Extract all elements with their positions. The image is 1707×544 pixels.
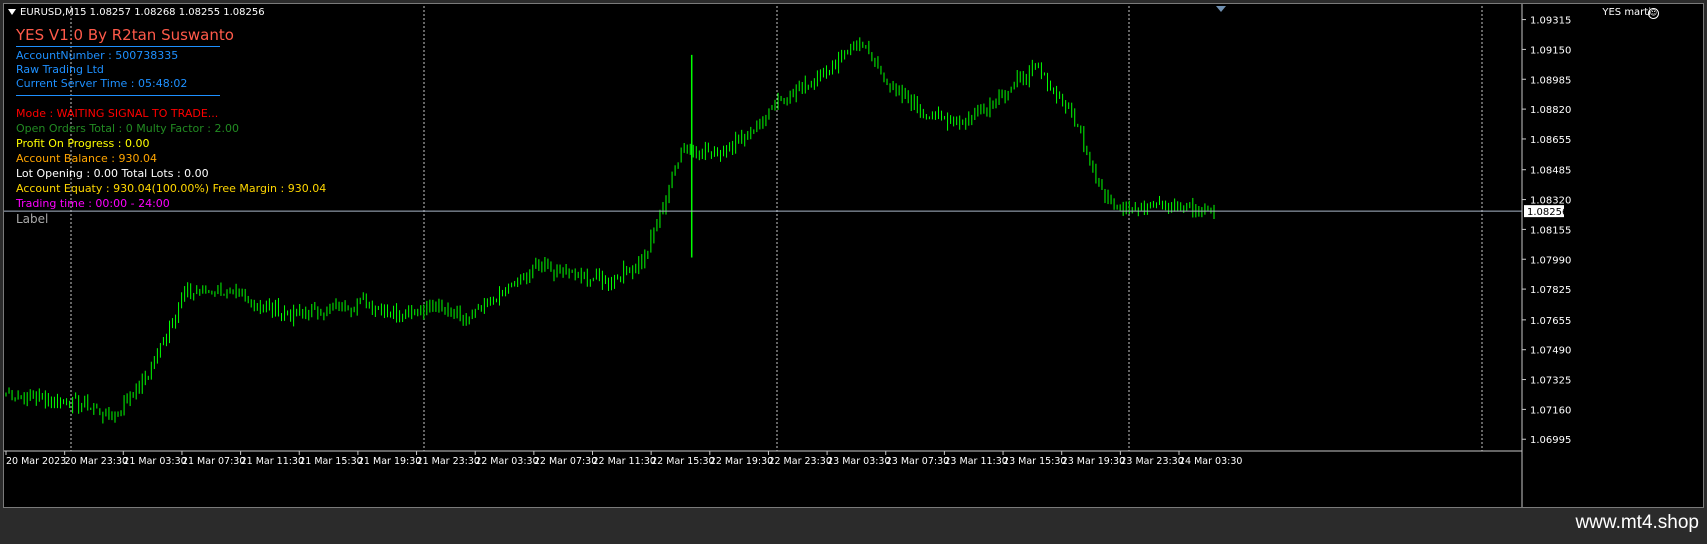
price-tick-label: 1.08155 xyxy=(1530,225,1571,236)
account-equity: Account Equaty : 930.04(100.00%) Free Ma… xyxy=(16,182,327,195)
time-tick-label: 23 Mar 07:30 xyxy=(886,456,949,467)
smiley-icon[interactable]: ☺ xyxy=(1648,8,1659,19)
price-tick-label: 1.08655 xyxy=(1530,135,1571,146)
watermark: www.mt4.shop xyxy=(1575,512,1699,533)
price-tick-label: 1.09150 xyxy=(1530,45,1571,56)
panel-separator-bottom xyxy=(16,95,220,96)
time-tick-label: 21 Mar 15:30 xyxy=(299,456,362,467)
time-tick-label: 21 Mar 07:30 xyxy=(182,456,245,467)
price-tick-label: 1.08820 xyxy=(1530,105,1571,116)
time-tick-label: 23 Mar 03:30 xyxy=(827,456,890,467)
time-tick-label: 20 Mar 2023 xyxy=(6,456,66,467)
price-tick-label: 1.07990 xyxy=(1530,255,1571,266)
time-tick-label: 22 Mar 03:30 xyxy=(475,456,538,467)
ea-name: YES marti xyxy=(1602,7,1651,18)
price-tick-label: 1.07490 xyxy=(1530,346,1571,357)
time-tick-label: 23 Mar 19:30 xyxy=(1062,456,1125,467)
price-tick-label: 1.06995 xyxy=(1530,435,1571,446)
broker-name: Raw Trading Ltd xyxy=(16,63,104,76)
time-tick-label: 21 Mar 03:30 xyxy=(123,456,186,467)
price-tick-label: 1.08320 xyxy=(1530,196,1571,207)
time-tick-label: 22 Mar 23:30 xyxy=(768,456,831,467)
time-tick-label: 23 Mar 15:30 xyxy=(1003,456,1066,467)
mode-status: Mode : WAITING SIGNAL TO TRADE... xyxy=(16,107,219,120)
time-tick-label: 23 Mar 23:30 xyxy=(1120,456,1183,467)
price-tick-label: 1.07160 xyxy=(1530,405,1571,416)
time-tick-label: 21 Mar 11:30 xyxy=(241,456,304,467)
symbol-header: EURUSD,M15 1.08257 1.08268 1.08255 1.082… xyxy=(8,7,265,19)
price-tick-label: 1.09315 xyxy=(1530,16,1571,27)
label-text: Label xyxy=(16,212,49,226)
time-tick-label: 22 Mar 11:30 xyxy=(593,456,656,467)
time-tick-label: 24 Mar 03:30 xyxy=(1179,456,1242,467)
time-tick-label: 22 Mar 19:30 xyxy=(710,456,773,467)
profit-on-progress: Profit On Progress : 0.00 xyxy=(16,137,150,150)
dropdown-triangle-icon[interactable] xyxy=(8,9,16,15)
trading-time: Trading time : 00:00 - 24:00 xyxy=(16,197,170,210)
time-tick-label: 21 Mar 23:30 xyxy=(417,456,480,467)
current-price-label: 1.08256 xyxy=(1527,207,1568,218)
panel-title: YES V1.0 By R2tan Suswanto xyxy=(16,26,234,44)
price-tick-label: 1.07825 xyxy=(1530,285,1571,296)
price-tick-label: 1.08485 xyxy=(1530,166,1571,177)
scroll-marker-icon[interactable] xyxy=(1216,6,1226,12)
panel-separator-top xyxy=(16,46,220,47)
time-tick-label: 23 Mar 11:30 xyxy=(944,456,1007,467)
account-balance: Account Balance : 930.04 xyxy=(16,152,157,165)
price-tick-label: 1.07325 xyxy=(1530,376,1571,387)
time-tick-label: 22 Mar 15:30 xyxy=(651,456,714,467)
price-tick-label: 1.07655 xyxy=(1530,316,1571,327)
price-tick-label: 1.08985 xyxy=(1530,75,1571,86)
server-time: Current Server Time : 05:48:02 xyxy=(16,77,188,90)
time-tick-label: 21 Mar 19:30 xyxy=(358,456,421,467)
time-tick-label: 20 Mar 23:30 xyxy=(65,456,128,467)
time-tick-label: 22 Mar 07:30 xyxy=(534,456,597,467)
account-number: AccountNumber : 500738335 xyxy=(16,49,179,62)
open-orders: Open Orders Total : 0 Multy Factor : 2.0… xyxy=(16,122,239,135)
symbol-info: EURUSD,M15 1.08257 1.08268 1.08255 1.082… xyxy=(20,7,265,18)
price-chart[interactable]: 1.09315 1.09150 1.08985 1.08820 1.08655 1.084… xyxy=(4,4,1703,507)
lot-opening: Lot Opening : 0.00 Total Lots : 0.00 xyxy=(16,167,209,180)
chart-window[interactable]: 1.09315 1.09150 1.08985 1.08820 1.08655 1.084… xyxy=(3,3,1704,508)
